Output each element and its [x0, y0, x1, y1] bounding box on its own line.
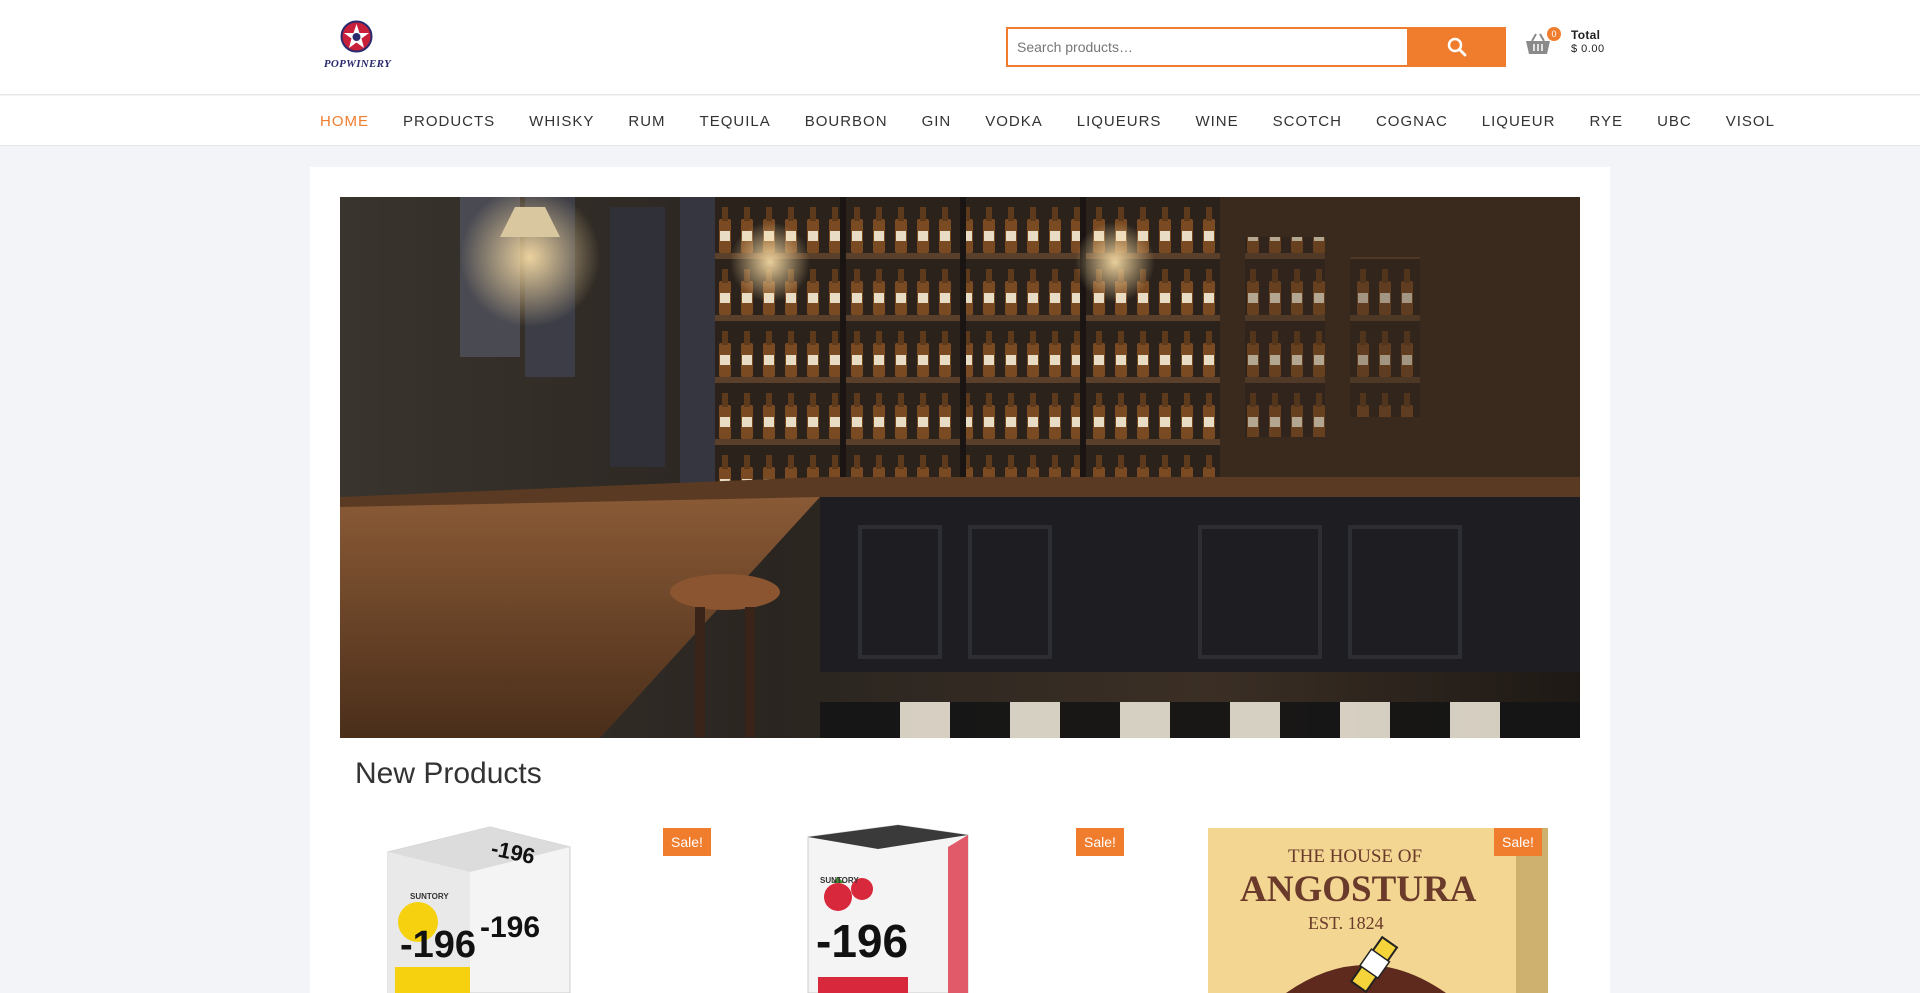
- nav-item-tequila[interactable]: TEQUILA: [690, 113, 771, 130]
- poster-line-3: EST. 1824: [1308, 913, 1384, 933]
- nav-item-liqueurs[interactable]: LIQUEURS: [1067, 113, 1162, 130]
- main-content: New Products -196 SUNTORY -196 -196 Sale…: [310, 167, 1610, 993]
- search-icon: [1447, 37, 1466, 57]
- nav-item-home[interactable]: HOME: [310, 113, 369, 130]
- nav-item-rum[interactable]: RUM: [618, 113, 665, 130]
- nav-item-ubc[interactable]: UBC: [1647, 113, 1692, 130]
- cart-total-label: Total: [1571, 28, 1601, 42]
- nav-item-wine[interactable]: WINE: [1185, 113, 1238, 130]
- cart-total-value: $ 0.00: [1571, 43, 1605, 55]
- section-title: New Products: [355, 757, 542, 790]
- cart-count-badge: 0: [1547, 27, 1561, 41]
- hero-banner-image[interactable]: [340, 197, 1580, 738]
- product-card[interactable]: THE HOUSE OF ANGOSTURA EST. 1824 Sale!: [1176, 817, 1551, 993]
- logo-text: POPWINERY: [323, 58, 392, 70]
- nav-item-visol[interactable]: VISOL: [1716, 113, 1775, 130]
- nav-item-rye[interactable]: RYE: [1579, 113, 1623, 130]
- box-brand-text: SUNTORY: [820, 876, 859, 885]
- box-name-text: -196: [480, 911, 540, 944]
- sale-badge: Sale!: [1076, 828, 1124, 856]
- search-bar: [1006, 27, 1506, 67]
- sale-badge: Sale!: [1494, 828, 1542, 856]
- box-name-text: -196: [400, 924, 476, 966]
- box-brand-text: SUNTORY: [410, 892, 449, 901]
- nav-item-liqueur[interactable]: LIQUEUR: [1472, 113, 1556, 130]
- nav-item-cognac[interactable]: COGNAC: [1366, 113, 1448, 130]
- nav-item-whisky[interactable]: WHISKY: [519, 113, 594, 130]
- site-header: POPWINERY 0 Total $ 0.00: [0, 0, 1920, 95]
- poster-line-2: ANGOSTURA: [1240, 869, 1477, 910]
- product-card[interactable]: -196 SUNTORY -196 -196 Sale!: [340, 817, 715, 993]
- nav-item-products[interactable]: PRODUCTS: [393, 113, 495, 130]
- search-button[interactable]: [1407, 27, 1506, 67]
- nav-item-scotch[interactable]: SCOTCH: [1263, 113, 1342, 130]
- nav-item-gin[interactable]: GIN: [912, 113, 952, 130]
- cart-summary[interactable]: 0 Total $ 0.00: [1524, 26, 1614, 66]
- box-name-text: -196: [816, 915, 908, 967]
- product-card[interactable]: SUNTORY -196 Sale!: [758, 817, 1133, 993]
- logo-mark-icon: [340, 20, 373, 53]
- sale-badge: Sale!: [663, 828, 711, 856]
- bar-interior-illustration: [340, 197, 1580, 738]
- search-input[interactable]: [1006, 27, 1407, 67]
- main-navigation: HOME PRODUCTS WHISKY RUM TEQUILA BOURBON…: [0, 96, 1920, 146]
- poster-line-1: THE HOUSE OF: [1288, 846, 1422, 867]
- site-logo[interactable]: POPWINERY: [315, 20, 400, 72]
- product-image: -196 SUNTORY -196 -196: [387, 826, 571, 993]
- nav-menu: HOME PRODUCTS WHISKY RUM TEQUILA BOURBON…: [310, 96, 1799, 146]
- nav-item-vodka[interactable]: VODKA: [975, 113, 1043, 130]
- nav-item-bourbon[interactable]: BOURBON: [795, 113, 888, 130]
